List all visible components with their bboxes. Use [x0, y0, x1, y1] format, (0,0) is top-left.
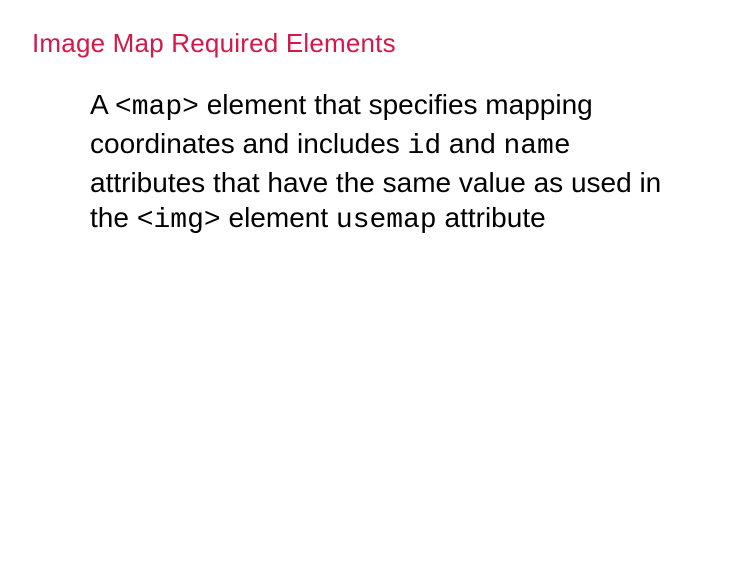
code-name-attr: name	[503, 131, 570, 162]
code-img-tag: <img>	[137, 205, 221, 236]
description-paragraph: A <map> element that specifies mapping c…	[32, 87, 724, 239]
text-segment: element	[221, 202, 336, 233]
text-segment: attribute	[437, 202, 546, 233]
code-id-attr: id	[408, 131, 442, 162]
text-segment: A	[90, 89, 115, 120]
text-segment: and	[441, 128, 503, 159]
code-usemap-attr: usemap	[336, 205, 437, 236]
code-map-tag: <map>	[115, 92, 199, 123]
page-title: Image Map Required Elements	[32, 28, 724, 59]
